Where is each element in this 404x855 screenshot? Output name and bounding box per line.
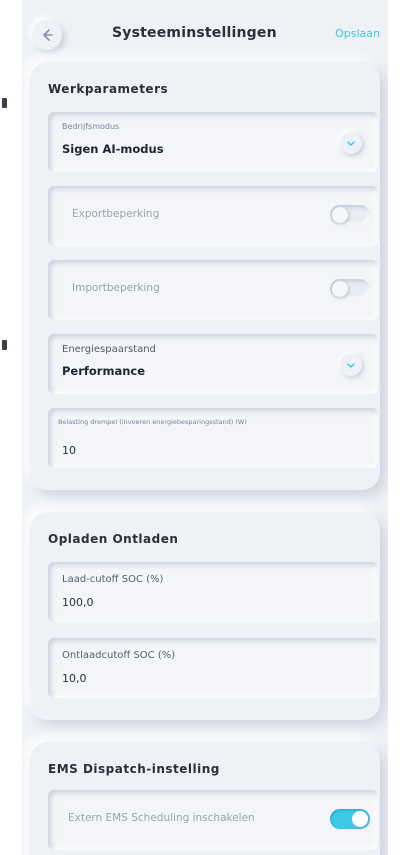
- field-value[interactable]: 10: [62, 444, 76, 457]
- toggle-knob: [352, 811, 368, 827]
- field-label: Laad-cutoff SOC (%): [62, 574, 164, 585]
- section-title: EMS Dispatch-instelling: [48, 762, 220, 776]
- dropdown-button[interactable]: [340, 354, 362, 376]
- work-parameters-card: Werkparameters Bedrijfsmodus Sigen AI-mo…: [30, 62, 380, 490]
- field-value[interactable]: 10,0: [62, 672, 87, 685]
- edge-mark: [2, 340, 7, 350]
- external-ems-toggle[interactable]: [330, 809, 370, 829]
- field-label: Bedrijfsmodus: [62, 122, 120, 131]
- ems-dispatch-card: EMS Dispatch-instelling Extern EMS Sched…: [30, 742, 380, 855]
- right-margin: [388, 0, 404, 855]
- external-ems-row: Extern EMS Scheduling inschakelen: [48, 790, 378, 850]
- chevron-down-icon: [347, 363, 355, 368]
- dropdown-button[interactable]: [340, 132, 362, 154]
- toggle-knob: [332, 207, 348, 223]
- field-label: Exportbeperking: [72, 208, 160, 220]
- field-value: Sigen AI-modus: [62, 142, 164, 156]
- field-label: Ontlaadcutoff SOC (%): [62, 650, 176, 661]
- charge-cutoff-input[interactable]: Laad-cutoff SOC (%) 100,0: [48, 562, 378, 622]
- energy-saving-select[interactable]: Energiespaarstand Performance: [48, 334, 378, 394]
- section-title: Opladen Ontladen: [48, 532, 179, 546]
- import-limit-toggle[interactable]: [330, 279, 370, 299]
- field-label: Energiespaarstand: [62, 344, 156, 355]
- toggle-knob: [332, 281, 348, 297]
- charge-discharge-card: Opladen Ontladen Laad-cutoff SOC (%) 100…: [30, 512, 380, 720]
- arrow-left-icon: [43, 29, 53, 41]
- page-title: Systeeminstellingen: [112, 25, 277, 41]
- field-label: Importbeperking: [72, 282, 160, 294]
- section-title: Werkparameters: [48, 82, 169, 96]
- field-label: Extern EMS Scheduling inschakelen: [68, 812, 255, 824]
- import-limit-row: Importbeperking: [48, 260, 378, 320]
- left-margin: [0, 0, 22, 855]
- export-limit-toggle[interactable]: [330, 205, 370, 225]
- back-button[interactable]: [32, 20, 62, 50]
- field-label: Belasting drempel (invoeren energiebespa…: [58, 418, 247, 426]
- load-threshold-input[interactable]: Belasting drempel (invoeren energiebespa…: [48, 408, 378, 468]
- export-limit-row: Exportbeperking: [48, 186, 378, 246]
- discharge-cutoff-input[interactable]: Ontlaadcutoff SOC (%) 10,0: [48, 638, 378, 698]
- operating-mode-select[interactable]: Bedrijfsmodus Sigen AI-modus: [48, 112, 378, 172]
- settings-screen: Systeeminstellingen Opslaan Werkparamete…: [22, 0, 388, 855]
- field-value[interactable]: 100,0: [62, 596, 94, 609]
- edge-mark: [2, 98, 7, 108]
- chevron-down-icon: [347, 141, 355, 146]
- field-value: Performance: [62, 364, 146, 378]
- header: Systeeminstellingen Opslaan: [22, 0, 388, 70]
- save-button[interactable]: Opslaan: [335, 27, 380, 40]
